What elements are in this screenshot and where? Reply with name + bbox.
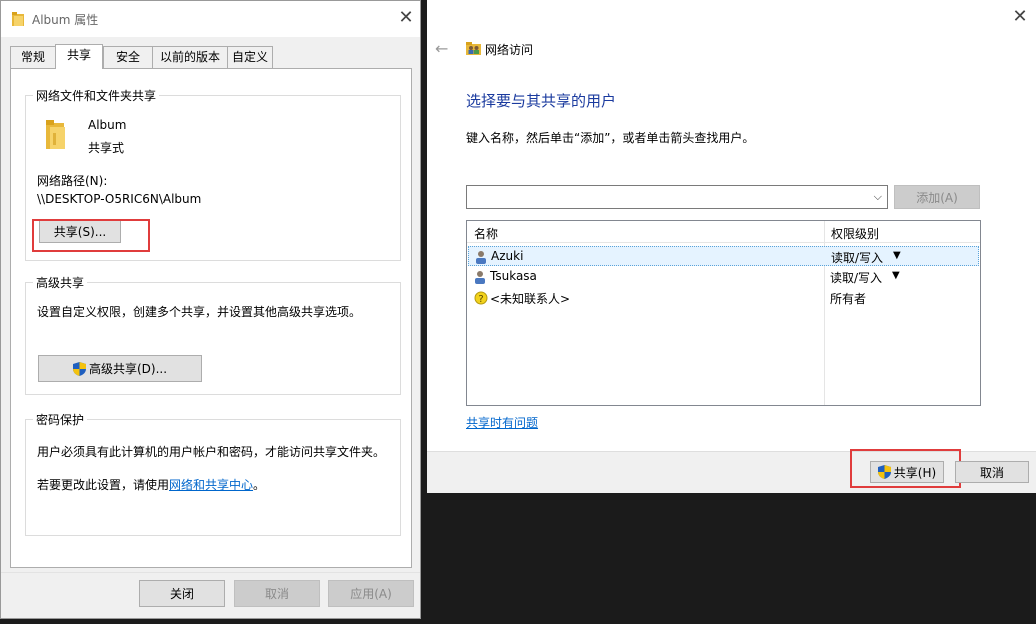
- user-icon: [475, 271, 485, 284]
- user-name: Azuki: [491, 249, 524, 263]
- sharing-tab-panel: 网络文件和文件夹共享 Album 共享式 网络路径(N): \\DESKTOP-…: [10, 68, 412, 568]
- hint-suffix: 。: [253, 478, 266, 492]
- tab-security[interactable]: 安全: [103, 46, 153, 68]
- user-permission: 所有者: [830, 292, 867, 306]
- unknown-contact-icon: ?: [474, 291, 488, 305]
- sharing-help-link[interactable]: 共享时有问题: [466, 414, 538, 431]
- network-sharing-group: 网络文件和文件夹共享 Album 共享式 网络路径(N): \\DESKTOP-…: [25, 87, 401, 261]
- highlight-box: [32, 219, 150, 252]
- table-row[interactable]: Azuki 读取/写入 ▼: [468, 246, 979, 266]
- dialog-title: 网络访问: [485, 43, 534, 57]
- dialog-title: Album 属性: [32, 13, 99, 27]
- chevron-down-icon[interactable]: ▼: [893, 250, 901, 261]
- page-heading: 选择要与其共享的用户: [466, 92, 617, 110]
- network-users-icon: [466, 42, 481, 55]
- add-button[interactable]: 添加(A): [894, 185, 980, 209]
- title-bar: Album 属性 ✕: [1, 1, 420, 37]
- column-header-permission[interactable]: 权限级别: [831, 225, 879, 242]
- folder-icon: [46, 120, 65, 149]
- user-icon: [476, 251, 486, 264]
- advanced-sharing-group: 高级共享 设置自定义权限，创建多个共享，并设置其他高级共享选项。 高级共享(D)…: [25, 274, 401, 395]
- table-row[interactable]: Tsukasa 读取/写入 ▼: [468, 267, 979, 287]
- group-label: 网络文件和文件夹共享: [33, 87, 160, 104]
- highlight-box: [850, 449, 961, 488]
- folder-name: Album: [88, 118, 127, 132]
- list-header: 名称 权限级别: [467, 221, 980, 243]
- user-permission-list: 名称 权限级别 Azuki 读取/写入 ▼ Tsukasa 读取/写入 ▼ ?: [466, 220, 981, 406]
- close-icon[interactable]: ✕: [393, 7, 419, 31]
- network-sharing-center-link[interactable]: 网络和共享中心: [169, 478, 253, 492]
- group-label: 密码保护: [33, 411, 88, 428]
- network-path-label: 网络路径(N):: [37, 174, 108, 188]
- close-icon[interactable]: ✕: [1007, 6, 1033, 30]
- hint-prefix: 若要更改此设置，请使用: [37, 478, 170, 492]
- back-arrow-icon[interactable]: ←: [435, 39, 448, 58]
- advanced-sharing-label: 高级共享(D)...: [88, 362, 168, 376]
- password-change-hint: 若要更改此设置，请使用网络和共享中心。: [37, 476, 265, 493]
- tab-sharing[interactable]: 共享: [55, 44, 103, 69]
- dialog-footer: 共享(H) 取消: [427, 449, 1036, 493]
- network-access-dialog: ✕ ← 网络访问 选择要与其共享的用户 键入名称，然后单击“添加”，或者单击箭头…: [427, 0, 1036, 493]
- user-permission: 读取/写入: [831, 251, 884, 265]
- tab-label: 安全: [115, 50, 140, 64]
- tab-label: 自定义: [231, 50, 268, 64]
- instruction-text: 键入名称，然后单击“添加”，或者单击箭头查找用户。: [466, 131, 755, 145]
- chevron-down-icon[interactable]: ▼: [892, 270, 900, 281]
- tab-general[interactable]: 常规: [10, 46, 56, 68]
- table-row[interactable]: ? <未知联系人> 所有者: [468, 288, 979, 308]
- close-button[interactable]: 关闭: [139, 580, 225, 607]
- advanced-sharing-button[interactable]: 高级共享(D)...: [38, 355, 202, 382]
- apply-button[interactable]: 应用(A): [328, 580, 414, 607]
- tab-previous-versions[interactable]: 以前的版本: [152, 46, 228, 68]
- cancel-button[interactable]: 取消: [234, 580, 320, 607]
- properties-dialog: Album 属性 ✕ 常规 共享 安全 以前的版本 自定义 网络文件和文件夹共享…: [0, 0, 421, 619]
- group-label: 高级共享: [33, 274, 88, 291]
- column-header-name[interactable]: 名称: [474, 225, 498, 242]
- user-name: <未知联系人>: [490, 292, 571, 306]
- tab-customize[interactable]: 自定义: [227, 46, 273, 68]
- share-status: 共享式: [88, 141, 125, 155]
- password-protection-group: 密码保护 用户必须具有此计算机的用户帐户和密码，才能访问共享文件夹。 若要更改此…: [25, 411, 401, 536]
- password-description: 用户必须具有此计算机的用户帐户和密码，才能访问共享文件夹。: [37, 445, 386, 459]
- footer-separator: [1, 572, 420, 573]
- folder-icon: [12, 12, 24, 26]
- svg-text:?: ?: [478, 294, 483, 305]
- tab-label: 常规: [20, 50, 45, 64]
- chevron-down-icon[interactable]: ⌵: [874, 190, 882, 204]
- tab-label: 以前的版本: [159, 50, 220, 64]
- cancel-button[interactable]: 取消: [955, 461, 1029, 483]
- advanced-sharing-description: 设置自定义权限，创建多个共享，并设置其他高级共享选项。: [37, 305, 362, 319]
- user-permission: 读取/写入: [830, 271, 883, 285]
- shield-icon: [72, 361, 86, 376]
- tab-label: 共享: [66, 48, 91, 62]
- network-path-value: \\DESKTOP-O5RIC6N\Album: [37, 192, 202, 206]
- user-name-combobox[interactable]: ⌵: [466, 185, 888, 209]
- user-name: Tsukasa: [490, 269, 537, 283]
